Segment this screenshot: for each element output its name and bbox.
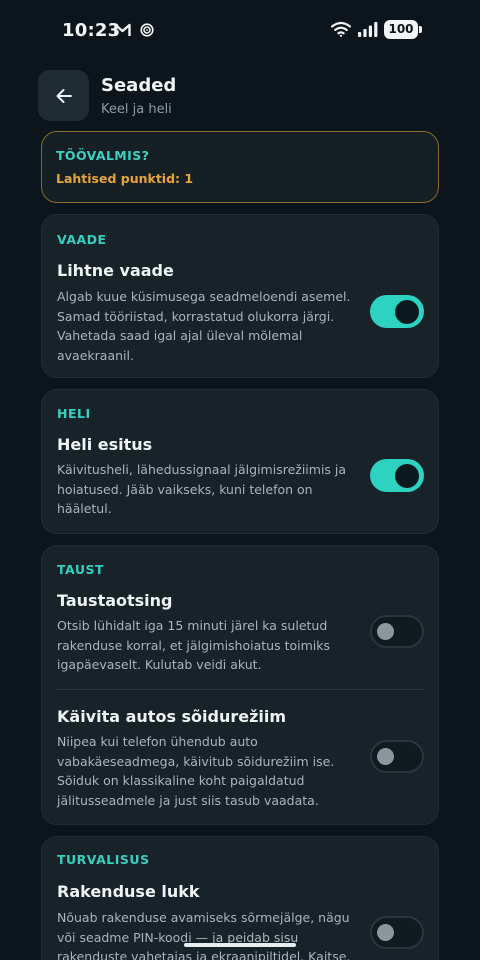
background-scan-title: Taustaotsing	[57, 591, 173, 610]
page-subtitle: Keel ja heli	[101, 102, 172, 117]
security-section-card: TURVALISUS Rakenduse lukk Nõuab rakendus…	[41, 836, 439, 960]
simple-view-title: Lihtne vaade	[57, 261, 174, 280]
simple-view-toggle[interactable]	[370, 295, 424, 328]
sound-playback-description: Käivitusheli, lähedussignaal jälgimisrež…	[57, 462, 347, 516]
toggle-knob	[377, 924, 394, 941]
app-lock-toggle[interactable]	[370, 916, 424, 949]
sound-section-card: HELI Heli esitus Käivitusheli, lähedussi…	[41, 389, 439, 534]
toggle-knob	[395, 463, 419, 488]
background-scan-toggle[interactable]	[370, 615, 424, 648]
car-drive-mode-toggle[interactable]	[370, 740, 424, 773]
settings-screen: 10:23 100 Seaded Keel ja heli TÖÖVALMIS?…	[0, 0, 480, 960]
signal-icon	[358, 22, 378, 37]
battery-icon: 100	[384, 20, 418, 39]
toggle-knob	[377, 623, 394, 640]
simple-view-description: Algab kuue küsimusega seadmeloendi aseme…	[57, 289, 351, 363]
car-drive-mode-description: Niipea kui telefon ühendub auto vabakäes…	[57, 734, 335, 808]
app-lock-description: Nõuab rakenduse avamiseks sõrmejälge, nä…	[57, 910, 351, 960]
section-label-background: TAUST	[57, 562, 105, 577]
background-scan-description: Otsib lühidalt iga 15 minuti järel ka su…	[57, 618, 330, 672]
gmail-icon	[114, 23, 131, 36]
section-label-security: TURVALISUS	[57, 852, 150, 867]
sound-playback-toggle[interactable]	[370, 459, 424, 492]
toggle-knob	[377, 748, 394, 765]
wifi-icon	[331, 21, 351, 37]
background-section-card: TAUST Taustaotsing Otsib lühidalt iga 15…	[41, 545, 439, 825]
battery-level: 100	[388, 22, 414, 36]
battery-tip	[419, 26, 422, 33]
ready-check-title: TÖÖVALMIS?	[56, 148, 150, 163]
arrow-left-icon	[56, 88, 72, 103]
car-drive-mode-title: Käivita autos sõidurežiim	[57, 707, 287, 726]
app-lock-title: Rakenduse lukk	[57, 882, 200, 901]
home-indicator[interactable]	[184, 943, 296, 947]
section-label-sound: HELI	[57, 406, 91, 421]
toggle-knob	[395, 299, 419, 324]
status-time: 10:23	[62, 20, 121, 41]
status-bar: 10:23 100	[0, 0, 480, 62]
divider	[57, 689, 423, 690]
sound-playback-title: Heli esitus	[57, 435, 153, 454]
ready-check-card[interactable]: TÖÖVALMIS? Lahtised punktid: 1	[41, 131, 439, 203]
section-label-view: VAADE	[57, 232, 107, 247]
open-points-label: Lahtised punktid: 1	[56, 171, 194, 186]
notification-icon	[140, 23, 154, 37]
page-title: Seaded	[101, 75, 177, 96]
page-header: Seaded Keel ja heli	[38, 70, 442, 122]
back-button[interactable]	[38, 70, 89, 121]
view-section-card: VAADE Lihtne vaade Algab kuue küsimusega…	[41, 214, 439, 378]
